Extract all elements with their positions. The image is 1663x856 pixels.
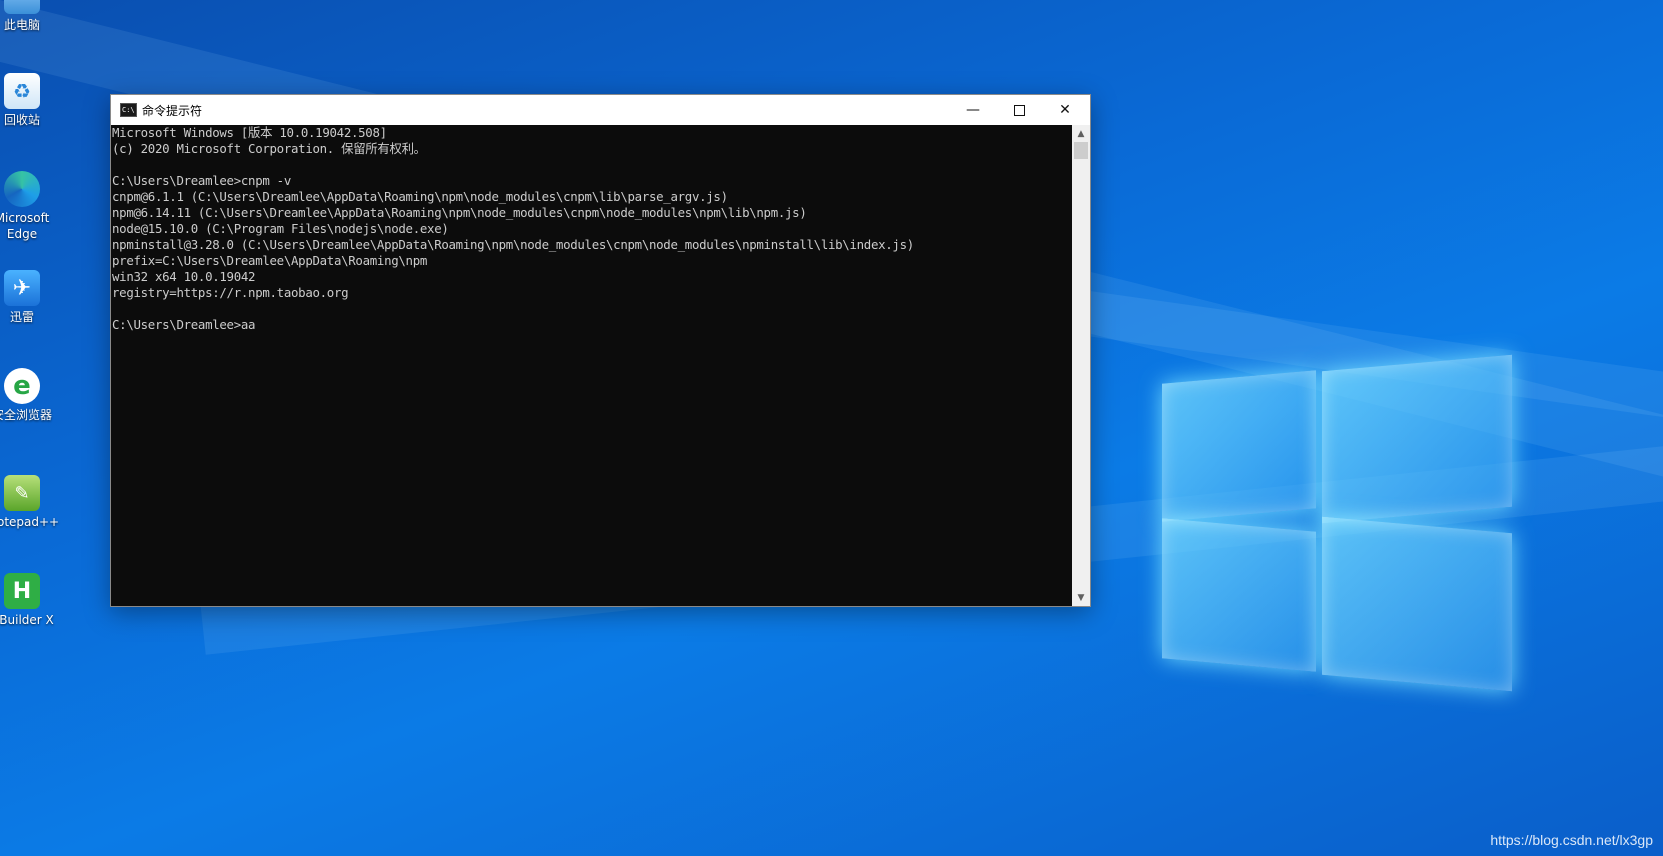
notepad-plus-plus-icon: ✎ [4, 475, 40, 511]
console-line: prefix=C:\Users\Dreamlee\AppData\Roaming… [112, 253, 428, 268]
watermark: https://blog.csdn.net/lx3gp [1490, 832, 1653, 848]
desktop-icon-thunder[interactable]: ✈ 迅雷 [0, 270, 56, 325]
window-title: 命令提示符 [142, 104, 203, 118]
console-output[interactable]: Microsoft Windows [版本 10.0.19042.508] (c… [111, 125, 1072, 606]
console-line: Microsoft Windows [版本 10.0.19042.508] [112, 125, 387, 140]
desktop-background: 此电脑 ♻ 回收站 Microsoft Edge ✈ 迅雷 e 安全浏览器 ✎ … [0, 0, 1663, 856]
console-line: win32 x64 10.0.19042 [112, 269, 256, 284]
desktop-icon-edge[interactable]: Microsoft Edge [0, 171, 56, 242]
console-line: node@15.10.0 (C:\Program Files\nodejs\no… [112, 221, 449, 236]
scrollbar-thumb[interactable] [1074, 142, 1088, 159]
windows-logo [1162, 343, 1514, 703]
hbuilder-icon: H [4, 573, 40, 609]
console-line: npminstall@3.28.0 (C:\Users\Dreamlee\App… [112, 237, 914, 252]
desktop-icon-browser[interactable]: e 安全浏览器 [0, 368, 56, 423]
windows-logo-pane [1162, 370, 1316, 522]
command-prompt-window[interactable]: C:\ 命令提示符 — ✕ Microsoft Windows [版本 10.0… [110, 94, 1091, 607]
desktop-icon-label: 回收站 [3, 113, 40, 127]
windows-logo-pane [1162, 518, 1316, 672]
browser-icon: e [4, 368, 40, 404]
desktop-icon-label: Microsoft Edge [0, 211, 50, 241]
scroll-up-icon[interactable]: ▲ [1072, 125, 1090, 142]
desktop-icon-notepad[interactable]: ✎ Notepad++ [0, 475, 60, 530]
vertical-scrollbar[interactable]: ▲ ▼ [1072, 125, 1090, 606]
console-line: (c) 2020 Microsoft Corporation. 保留所有权利。 [112, 141, 426, 156]
console-line: C:\Users\Dreamlee>cnpm -v [112, 173, 291, 188]
console-prompt-line[interactable]: C:\Users\Dreamlee>aa [112, 317, 1072, 333]
close-button[interactable]: ✕ [1042, 95, 1088, 125]
title-bar[interactable]: C:\ 命令提示符 — ✕ [111, 95, 1090, 125]
windows-logo-pane [1322, 354, 1512, 524]
console-line: registry=https://r.npm.taobao.org [112, 285, 349, 300]
console-icon: C:\ [120, 103, 137, 117]
desktop-icon-label: HBuilder X [0, 613, 54, 627]
desktop-icon-computer[interactable]: 此电脑 [0, 0, 56, 33]
minimize-button[interactable]: — [950, 95, 996, 125]
desktop-icon-label: 迅雷 [9, 310, 34, 324]
console-lines: Microsoft Windows [版本 10.0.19042.508] (c… [111, 125, 1072, 333]
console-line: npm@6.14.11 (C:\Users\Dreamlee\AppData\R… [112, 205, 807, 220]
edge-icon [4, 171, 40, 207]
windows-logo-pane [1322, 516, 1512, 692]
thunder-icon: ✈ [4, 270, 40, 306]
recycle-bin-icon: ♻ [4, 73, 40, 109]
desktop-icon-label: 安全浏览器 [0, 408, 52, 422]
scroll-down-icon[interactable]: ▼ [1072, 589, 1090, 606]
desktop-icon-hbuilder[interactable]: H HBuilder X [0, 573, 56, 628]
desktop-icon-recycle-bin[interactable]: ♻ 回收站 [0, 73, 56, 128]
desktop-icon-label: Notepad++ [0, 515, 60, 529]
maximize-button[interactable] [996, 95, 1042, 125]
computer-icon [4, 0, 40, 14]
desktop-icon-label: 此电脑 [3, 18, 40, 32]
maximize-icon [1013, 104, 1025, 116]
console-line: cnpm@6.1.1 (C:\Users\Dreamlee\AppData\Ro… [112, 189, 728, 204]
